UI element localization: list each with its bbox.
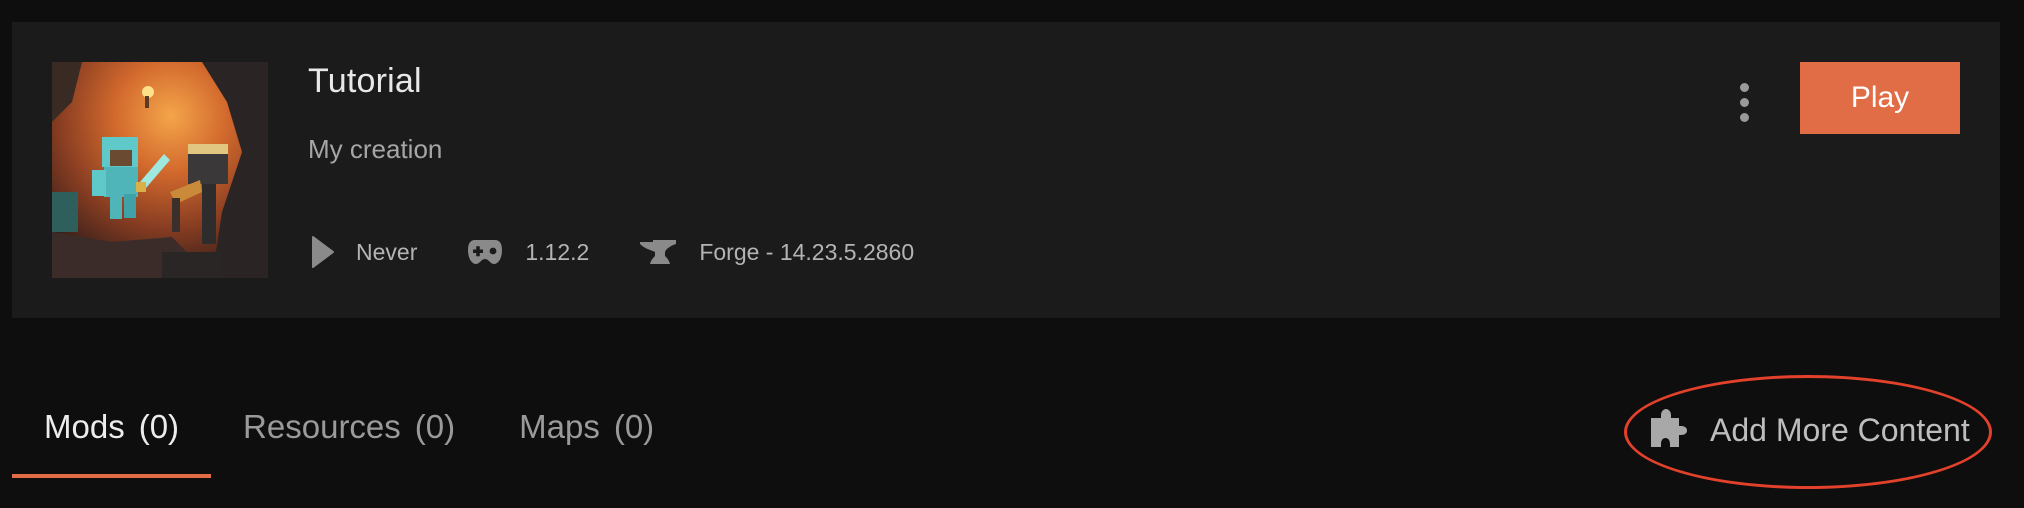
- tab-resources[interactable]: Resources (0): [211, 400, 487, 478]
- last-played: Never: [312, 236, 417, 268]
- modloader-value: Forge - 14.23.5.2860: [699, 238, 915, 265]
- tab-resources-count: (0): [414, 408, 456, 445]
- add-more-content-button[interactable]: Add More Content: [1650, 408, 1970, 453]
- instance-meta: Never 1.12.2 Forge - 14.23.5.2860: [312, 232, 964, 272]
- anvil-icon: [639, 238, 677, 266]
- add-more-content-label: Add More Content: [1710, 412, 1970, 448]
- tab-maps[interactable]: Maps (0): [487, 400, 686, 478]
- tab-mods-count: (0): [138, 408, 180, 445]
- game-version: 1.12.2: [467, 239, 589, 266]
- instance-description: My creation: [308, 134, 443, 164]
- minecraft-cave-artwork: [52, 62, 268, 278]
- instance-card: Tutorial My creation Never 1.12.2 Forge …: [12, 22, 2000, 318]
- tab-mods-label: Mods: [44, 408, 125, 445]
- puzzle-piece-icon: [1650, 408, 1688, 453]
- tab-maps-label: Maps: [519, 408, 600, 445]
- tab-maps-count: (0): [613, 408, 655, 445]
- gamepad-icon: [467, 239, 503, 265]
- play-icon: [312, 236, 334, 268]
- more-options-button[interactable]: [1734, 74, 1754, 130]
- modloader: Forge - 14.23.5.2860: [639, 238, 914, 266]
- instance-thumbnail: [52, 62, 268, 278]
- last-played-value: Never: [356, 238, 418, 265]
- tab-resources-label: Resources: [243, 408, 401, 445]
- tab-mods[interactable]: Mods (0): [12, 400, 212, 478]
- content-tabs: Mods (0) Resources (0) Maps (0): [12, 400, 686, 480]
- instance-title: Tutorial: [308, 62, 422, 100]
- play-button[interactable]: Play: [1800, 62, 1960, 134]
- game-version-value: 1.12.2: [525, 238, 590, 265]
- more-vertical-icon: [1739, 82, 1749, 92]
